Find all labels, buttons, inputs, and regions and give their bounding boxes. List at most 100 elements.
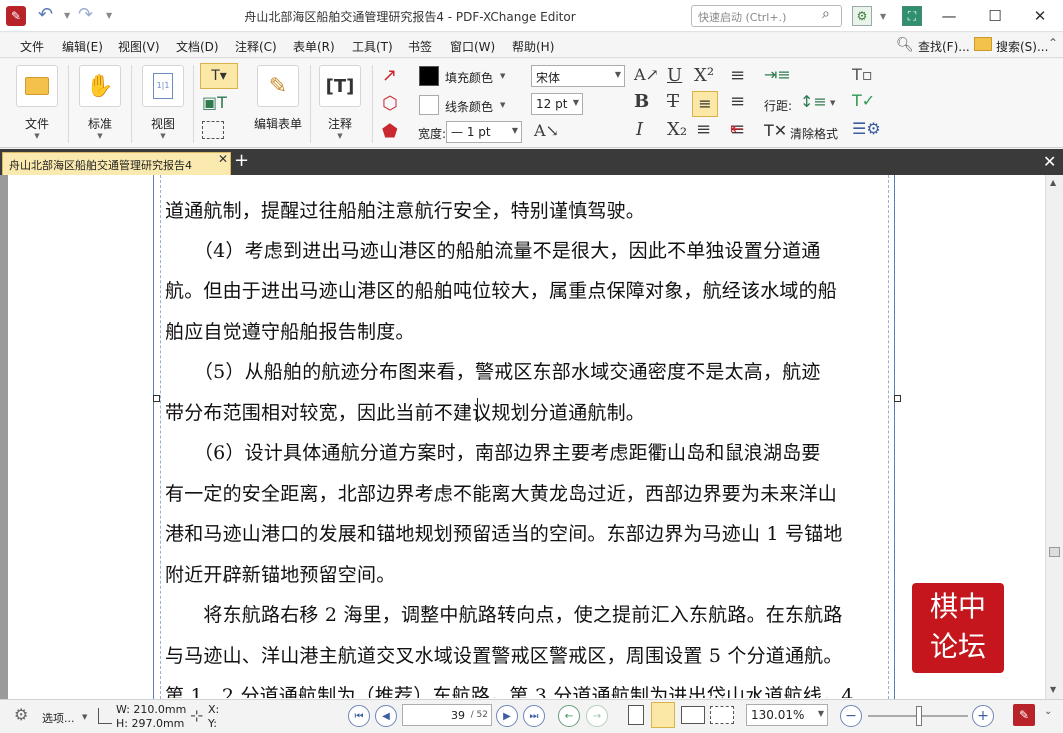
facing-continuous-icon[interactable] [710, 706, 734, 724]
line-spacing-icon[interactable]: ↕≡ [800, 92, 827, 111]
close-document-icon[interactable]: ✕ [1043, 152, 1056, 171]
line-color-label[interactable]: 线条颜色 [445, 98, 493, 115]
resize-handle-left[interactable] [153, 395, 160, 402]
menu-window[interactable]: 窗口(W) [450, 38, 495, 55]
menu-document[interactable]: 文档(D) [176, 38, 219, 55]
previous-page-button[interactable]: ◀ [375, 705, 397, 727]
first-page-button[interactable]: ⏮ [348, 705, 370, 727]
text-box-tool-icon[interactable]: T▾ [200, 63, 238, 89]
align-left-icon[interactable]: ≡ [692, 91, 718, 117]
facing-pages-icon[interactable] [681, 706, 705, 724]
last-page-button[interactable]: ⏭ [523, 705, 545, 727]
align-center-icon[interactable]: ≡ [696, 119, 711, 140]
find-button[interactable]: 查找(F)... [918, 38, 970, 55]
zoom-slider[interactable] [868, 706, 968, 726]
close-button[interactable]: ✕ [1017, 0, 1063, 32]
forward-button[interactable]: → [586, 705, 608, 727]
undo-dropdown-icon[interactable]: ▼ [64, 11, 70, 20]
line-color-swatch[interactable] [419, 95, 439, 115]
menu-help[interactable]: 帮助(H) [512, 38, 554, 55]
menu-forms[interactable]: 表单(R) [293, 38, 335, 55]
add-image-tool-icon[interactable]: ▣T [202, 93, 227, 112]
zoom-select[interactable]: 130.01% ▼ [746, 704, 828, 726]
maximize-button[interactable]: ☐ [972, 0, 1018, 32]
fill-color-dropdown-icon[interactable]: ▼ [500, 72, 505, 80]
zoom-out-button[interactable]: − [840, 705, 862, 727]
subscript-icon[interactable]: X₂ [667, 119, 687, 140]
search-button[interactable]: 搜索(S)... [996, 38, 1048, 55]
minimize-button[interactable]: — [926, 0, 972, 32]
options-dropdown-icon[interactable]: ▼ [880, 12, 886, 21]
undo-icon[interactable]: ↶ [38, 4, 53, 25]
zoom-slider-thumb[interactable] [916, 706, 922, 726]
single-page-icon[interactable] [628, 705, 644, 725]
strikethrough-icon[interactable]: T [667, 91, 679, 112]
increase-indent-icon[interactable]: ⇥≡ [764, 65, 791, 84]
line-color-dropdown-icon[interactable]: ▼ [500, 101, 505, 109]
scroll-up-icon[interactable]: ▲ [1050, 178, 1056, 187]
continuous-page-icon[interactable] [651, 702, 675, 728]
scroll-thumb[interactable] [1049, 547, 1060, 557]
options-dropdown-icon[interactable]: ▼ [82, 713, 87, 721]
resize-handle-right[interactable] [894, 395, 901, 402]
bold-icon[interactable]: B [634, 91, 649, 112]
font-name-select[interactable]: 宋体 ▼ [531, 65, 625, 87]
align-right-icon[interactable]: ≡ [730, 65, 745, 86]
tab-close-icon[interactable]: ✕ [218, 152, 228, 166]
status-dropdown-icon[interactable]: ⌄ [1044, 706, 1052, 717]
superscript-icon[interactable]: X² [694, 65, 714, 86]
redo-icon[interactable]: ↷ [78, 4, 93, 25]
app-logo-icon[interactable]: ✎ [6, 6, 26, 26]
view-button[interactable]: 1|1 视图 ▼ [139, 65, 187, 145]
select-tool-icon[interactable] [202, 121, 224, 139]
font-size-select[interactable]: 12 pt ▼ [531, 93, 583, 115]
text-settings-icon[interactable]: ☰⚙ [852, 119, 881, 138]
arrow-tool-icon[interactable]: ↗ [382, 65, 397, 86]
edit-form-button[interactable]: ✎ 编辑表单 [252, 65, 304, 145]
clear-format-icon[interactable]: T✕ [764, 121, 787, 140]
find-icon[interactable]: 🔍︎ [896, 37, 914, 53]
cloud-tool-icon[interactable]: ⬟ [382, 121, 398, 142]
menu-comments[interactable]: 注释(C) [235, 38, 277, 55]
collapse-ribbon-icon[interactable]: ⌃ [1048, 36, 1058, 50]
search-folder-icon[interactable] [974, 37, 992, 51]
new-tab-icon[interactable]: + [234, 150, 249, 171]
shrink-font-icon[interactable]: A↘ [534, 121, 559, 140]
underline-icon[interactable]: U [667, 65, 682, 86]
decrease-indent-icon[interactable]: ⇤ [730, 119, 743, 138]
vertical-scrollbar[interactable]: ▲ ▼ [1045, 175, 1063, 699]
polygon-tool-icon[interactable]: ⬡ [382, 93, 398, 114]
menu-tools[interactable]: 工具(T) [352, 38, 393, 55]
fill-color-swatch[interactable] [419, 66, 439, 86]
clear-format-label[interactable]: 清除格式 [790, 125, 838, 142]
back-button[interactable]: ← [558, 705, 580, 727]
scroll-down-icon[interactable]: ▼ [1050, 685, 1056, 694]
customize-dropdown-icon[interactable]: ▼ [106, 11, 112, 20]
line-width-select[interactable]: — 1 pt ▼ [446, 121, 522, 143]
line-spacing-dropdown-icon[interactable]: ▼ [830, 99, 835, 107]
document-tab[interactable]: 舟山北部海区船舶交通管理研究报告4 [2, 152, 231, 175]
options-button[interactable]: 选项... [42, 710, 75, 726]
grow-font-icon[interactable]: A↗ [634, 65, 659, 84]
fill-color-label[interactable]: 填充颜色 [445, 69, 493, 86]
quick-launch-input[interactable]: 快速启动 (Ctrl+.) [691, 5, 842, 27]
standard-button[interactable]: ✋ 标准 ▼ [76, 65, 124, 145]
file-button[interactable]: 文件 ▼ [13, 65, 61, 145]
zoom-in-button[interactable]: + [972, 705, 994, 727]
options-gear-icon[interactable]: ⚙ [852, 6, 872, 26]
justify-icon[interactable]: ≡ [730, 91, 745, 112]
pdf-logo-icon[interactable]: ✎ [1013, 704, 1035, 726]
page-number-input[interactable]: 39 / 52 [402, 704, 492, 726]
text-check-icon[interactable]: T✓ [852, 91, 875, 110]
options-gear-icon[interactable]: ⚙ [14, 705, 28, 724]
menu-edit[interactable]: 编辑(E) [62, 38, 103, 55]
annotation-button[interactable]: [T] 注释 ▼ [316, 65, 364, 145]
italic-icon[interactable]: I [636, 119, 643, 140]
fullscreen-icon[interactable]: ⛶ [902, 6, 922, 26]
text-save-icon[interactable]: T▫ [852, 65, 873, 84]
search-icon[interactable]: ⌕ [822, 6, 830, 22]
next-page-button[interactable]: ▶ [496, 705, 518, 727]
menu-view[interactable]: 视图(V) [118, 38, 160, 55]
menu-bookmarks[interactable]: 书签 [408, 38, 432, 55]
menu-file[interactable]: 文件 [20, 38, 44, 55]
